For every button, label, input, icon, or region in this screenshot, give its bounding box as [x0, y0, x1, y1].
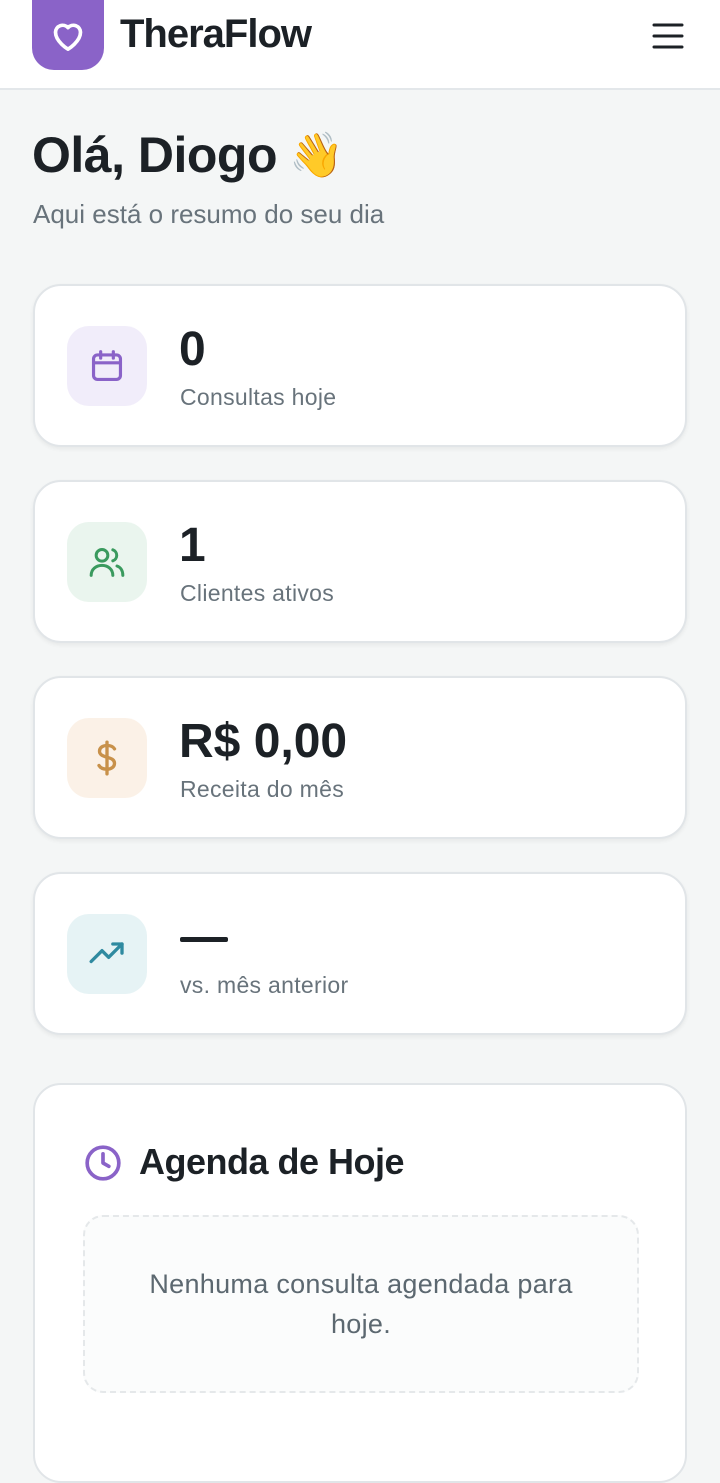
stat-value: 0 — [179, 323, 206, 376]
stat-card-revenue[interactable]: R$ 0,00 Receita do mês — [33, 676, 687, 839]
greeting-heading: Olá, Diogo 👋 — [32, 126, 344, 184]
clock-icon — [85, 1145, 121, 1181]
stat-icon-tile — [67, 522, 147, 602]
agenda-empty-state: Nenhuma consulta agendada para hoje. — [83, 1215, 639, 1393]
menu-icon — [652, 23, 684, 49]
stat-icon-tile — [67, 718, 147, 798]
agenda-card: Agenda de Hoje Nenhuma consulta agendada… — [33, 1083, 687, 1483]
stat-value: 1 — [179, 519, 206, 572]
greeting-text: Olá, Diogo — [32, 127, 278, 183]
stat-icon-tile — [67, 914, 147, 994]
stat-label: Clientes ativos — [180, 580, 335, 606]
calendar-icon — [91, 350, 123, 382]
stat-card-trend[interactable]: vs. mês anterior — [33, 872, 687, 1035]
dollar-icon — [97, 740, 117, 776]
users-icon — [89, 548, 125, 577]
stat-label: vs. mês anterior — [180, 972, 349, 998]
stat-value: R$ 0,00 — [179, 715, 348, 768]
stat-label: Receita do mês — [180, 776, 344, 802]
heart-icon — [53, 23, 83, 52]
menu-button[interactable] — [648, 16, 688, 56]
stat-card-clients[interactable]: 1 Clientes ativos — [33, 480, 687, 643]
stat-label: Consultas hoje — [180, 384, 337, 410]
agenda-title: Agenda de Hoje — [139, 1141, 405, 1182]
stat-value-empty — [180, 937, 228, 942]
app-logo[interactable] — [32, 0, 104, 70]
stat-card-appointments[interactable]: 0 Consultas hoje — [33, 284, 687, 447]
stat-icon-tile — [67, 326, 147, 406]
top-bar: TheraFlow — [0, 0, 720, 90]
empty-message: Nenhuma consulta agendada para hoje. — [149, 1269, 573, 1339]
app-name: TheraFlow — [120, 12, 312, 56]
wave-emoji: 👋 — [289, 131, 344, 180]
trending-up-icon — [89, 942, 124, 964]
greeting-subtitle: Aqui está o resumo do seu dia — [33, 199, 385, 229]
